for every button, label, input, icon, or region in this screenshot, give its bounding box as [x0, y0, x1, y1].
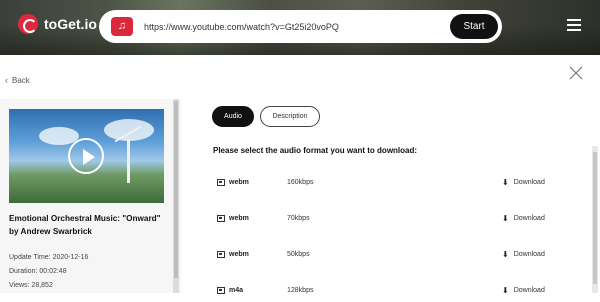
- start-button[interactable]: Start: [450, 14, 498, 39]
- download-button[interactable]: ⬇ Download: [502, 286, 545, 295]
- back-label: Back: [12, 75, 30, 85]
- format-row: m4a 128kbps ⬇ Download: [212, 282, 582, 302]
- file-icon: [217, 251, 225, 258]
- format-prompt: Please select the audio format you want …: [213, 146, 418, 155]
- download-label: Download: [513, 251, 545, 258]
- back-link[interactable]: ‹ Back: [5, 75, 30, 85]
- format-row: webm 70kbps ⬇ Download: [212, 210, 582, 230]
- format-label: webm: [229, 251, 249, 258]
- video-info-panel: Emotional Orchestral Music: "Onward" by …: [0, 99, 181, 293]
- file-icon: [217, 215, 225, 222]
- logo-icon: [18, 14, 38, 34]
- download-icon: ⬇: [502, 250, 509, 259]
- chevron-left-icon: ‹: [5, 75, 8, 85]
- url-input[interactable]: [144, 18, 444, 35]
- duration: Duration: 00:02:48: [9, 268, 67, 275]
- quality-label: 160kbps: [287, 179, 314, 186]
- tab-description[interactable]: Description: [260, 106, 320, 127]
- download-button[interactable]: ⬇ Download: [502, 178, 545, 187]
- views: Views: 28,852: [9, 282, 53, 289]
- format-row: webm 50kbps ⬇ Download: [212, 246, 582, 266]
- right-panel-scrollbar[interactable]: [592, 146, 598, 293]
- download-label: Download: [513, 215, 545, 222]
- quality-label: 70kbps: [287, 215, 310, 222]
- app-header: toGet.io ♫ Start: [0, 0, 600, 55]
- music-note-icon[interactable]: ♫: [111, 17, 133, 36]
- download-label: Download: [513, 179, 545, 186]
- url-search-bar: ♫ Start: [99, 10, 502, 43]
- video-title: Emotional Orchestral Music: "Onward" by …: [9, 214, 161, 236]
- left-panel-scrollbar[interactable]: [173, 99, 179, 293]
- file-icon: [217, 179, 225, 186]
- format-label: webm: [229, 215, 249, 222]
- video-thumbnail[interactable]: [9, 109, 164, 203]
- close-icon[interactable]: [569, 66, 583, 80]
- hamburger-menu-icon[interactable]: [567, 19, 581, 31]
- format-label: webm: [229, 179, 249, 186]
- thumbnail-cloud: [104, 119, 154, 141]
- logo[interactable]: toGet.io: [18, 14, 97, 34]
- download-button[interactable]: ⬇ Download: [502, 250, 545, 259]
- download-icon: ⬇: [502, 286, 509, 295]
- update-time: Update Time: 2020-12-16: [9, 254, 89, 261]
- format-row: webm 160kbps ⬇ Download: [212, 174, 582, 194]
- play-icon[interactable]: [68, 138, 104, 174]
- download-button[interactable]: ⬇ Download: [502, 214, 545, 223]
- thumbnail-turbine: [127, 139, 130, 183]
- logo-text: toGet.io: [44, 16, 97, 32]
- quality-label: 50kbps: [287, 251, 310, 258]
- download-icon: ⬇: [502, 178, 509, 187]
- tab-audio[interactable]: Audio: [212, 106, 254, 127]
- download-icon: ⬇: [502, 214, 509, 223]
- format-tabs: Audio Description: [212, 106, 320, 127]
